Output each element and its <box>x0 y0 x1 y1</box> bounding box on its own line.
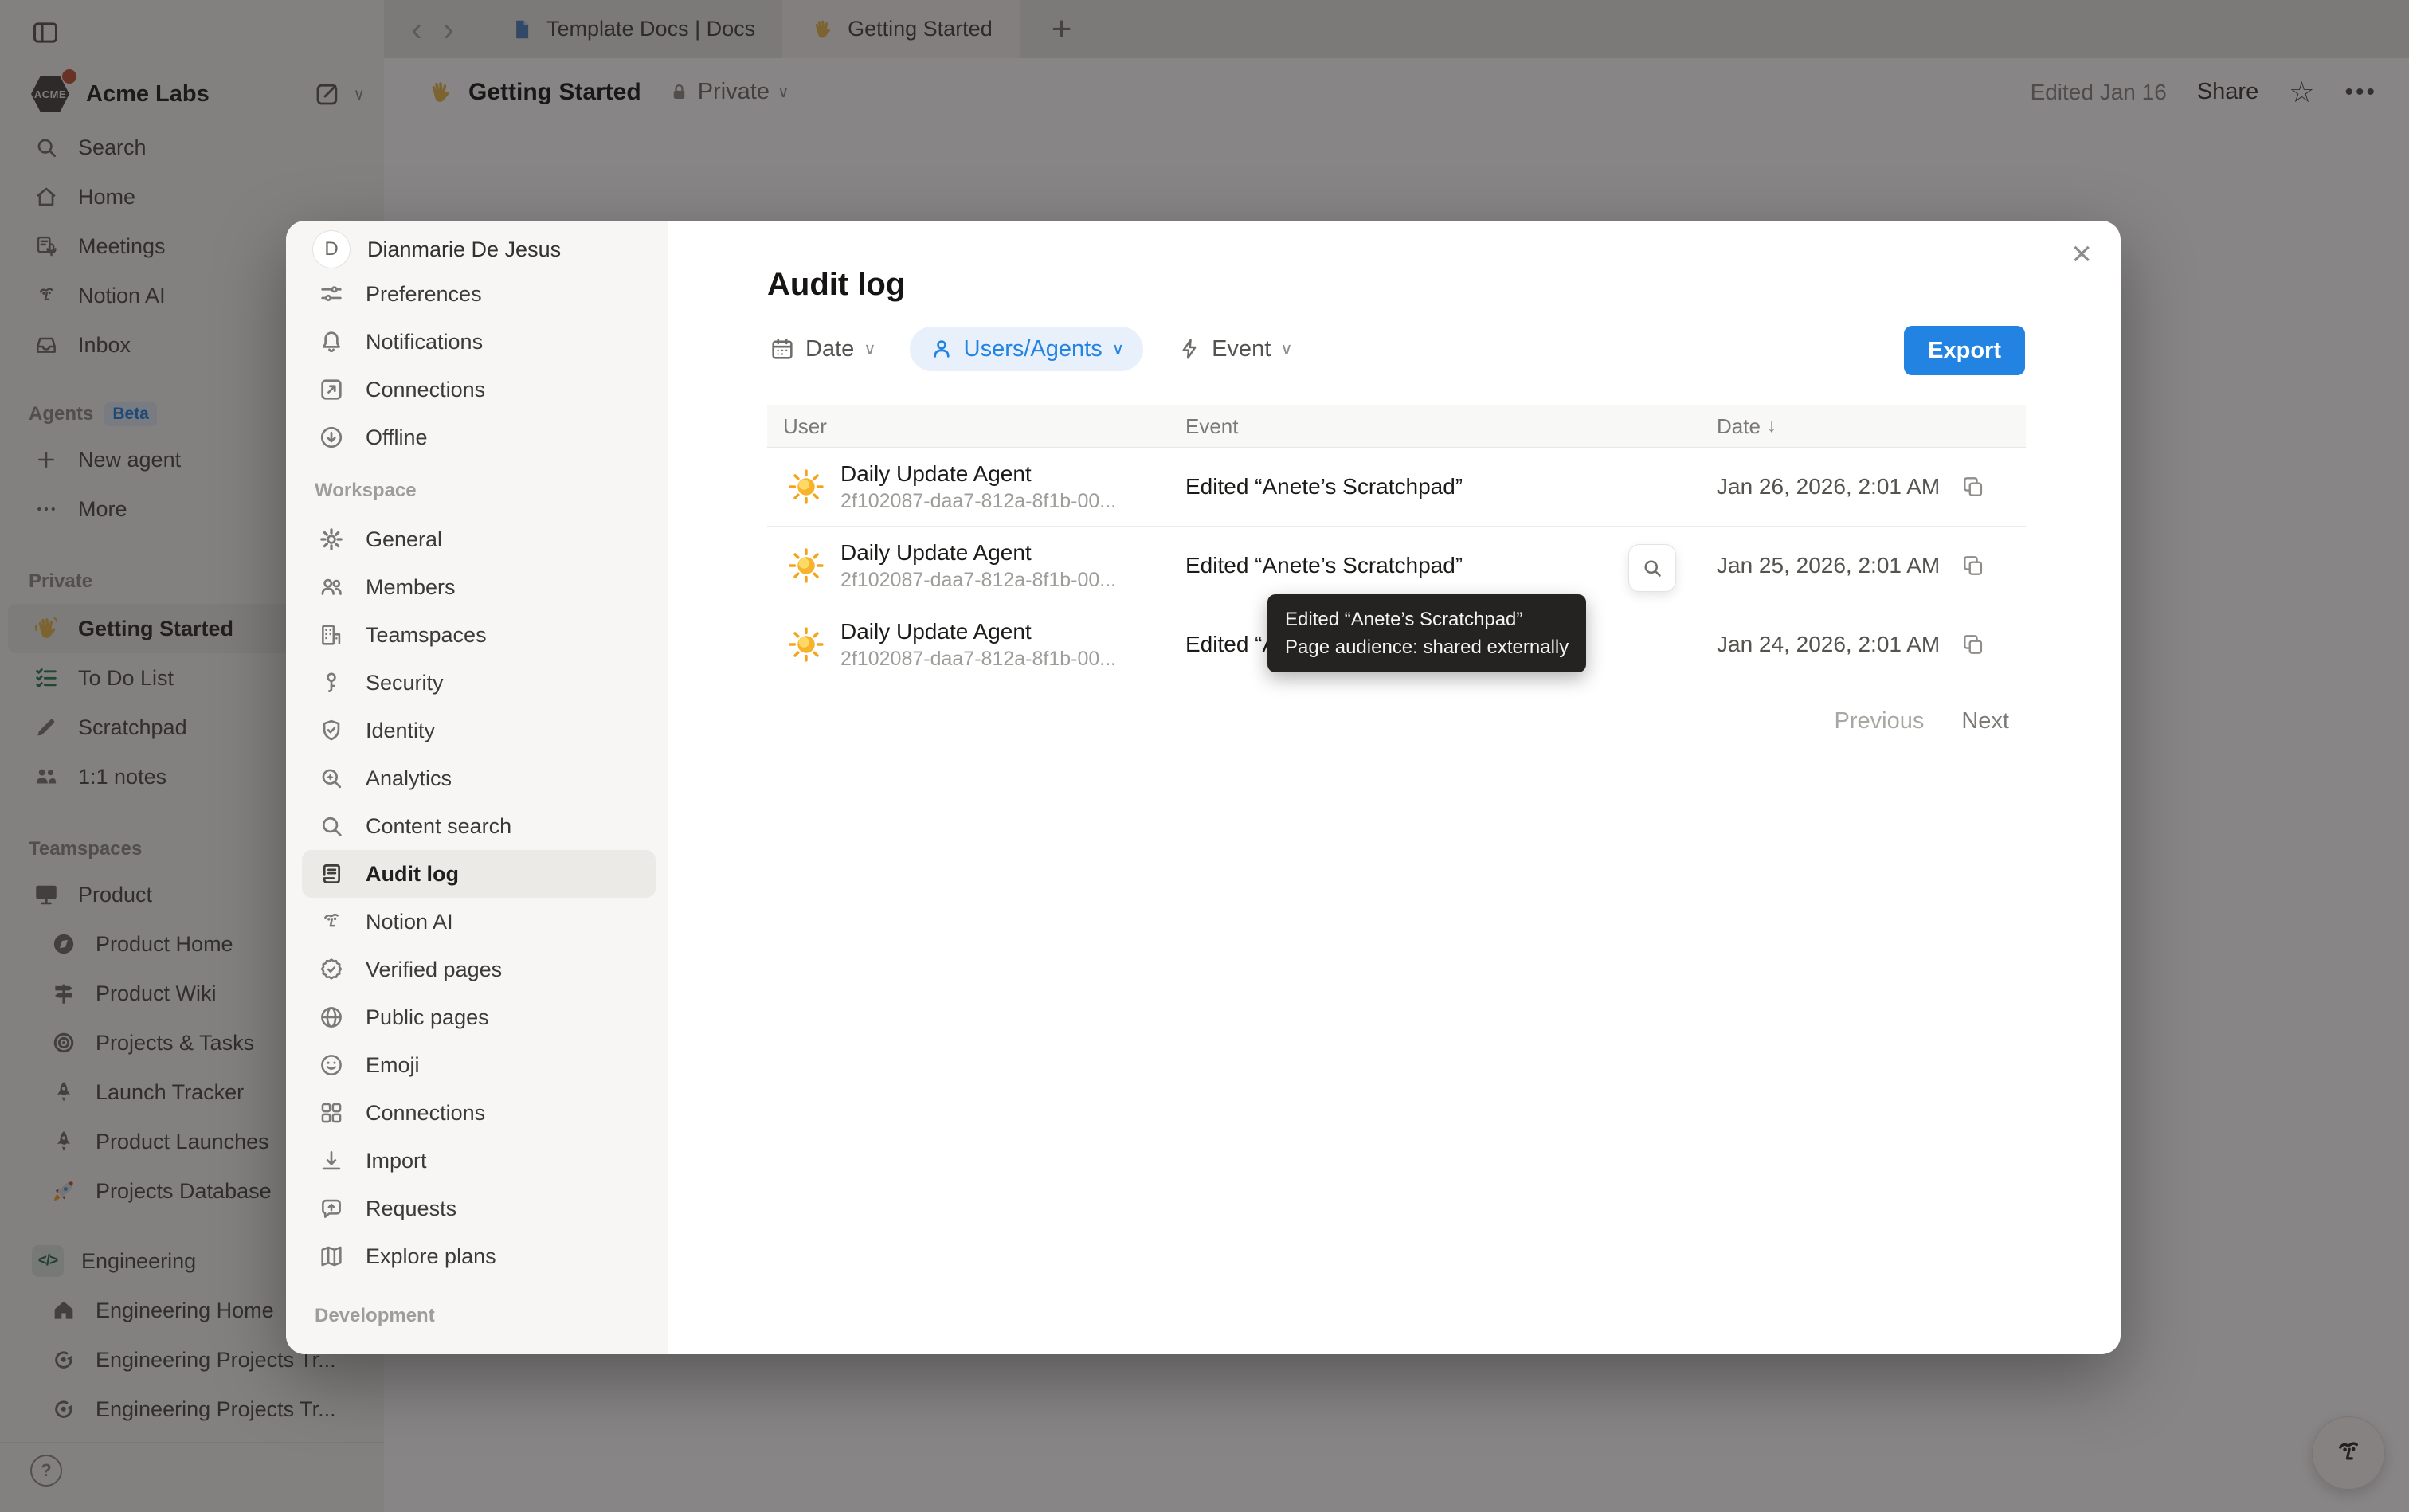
close-icon[interactable]: × <box>2066 232 2097 276</box>
row-zoom-button[interactable] <box>1628 544 1676 592</box>
settings-nav-security[interactable]: Security <box>286 659 668 707</box>
development-section-label: Development <box>315 1305 435 1326</box>
users-agents-filter[interactable]: Users/Agents ∨ <box>909 327 1144 371</box>
event-date: Jan 26, 2026, 2:01 AM <box>1717 474 1941 499</box>
agent-name: Daily Update Agent <box>840 460 1032 486</box>
next-button[interactable]: Next <box>1961 708 2009 734</box>
settings-nav: D Dianmarie De Jesus Preferences Notific… <box>286 221 668 1354</box>
agent-id: 2f102087-daa7-812a-8f1b-00... <box>840 647 1117 670</box>
calendar-icon <box>769 335 796 362</box>
settings-nav-content-search[interactable]: Content search <box>286 802 668 850</box>
settings-dialog: D Dianmarie De Jesus Preferences Notific… <box>286 221 2121 1354</box>
column-header-date[interactable]: Date ↓ <box>1701 414 2026 439</box>
import-icon <box>318 1147 345 1174</box>
settings-nav-explore-plans[interactable]: Explore plans <box>286 1232 668 1280</box>
sun-emoji <box>788 468 825 505</box>
account-name: Dianmarie De Jesus <box>367 237 562 261</box>
smiley-icon <box>318 1052 345 1079</box>
agent-id: 2f102087-daa7-812a-8f1b-00... <box>840 489 1117 512</box>
settings-nav-members[interactable]: Members <box>286 563 668 611</box>
settings-nav-teamspaces[interactable]: Teamspaces <box>286 611 668 659</box>
event-date: Jan 24, 2026, 2:01 AM <box>1717 632 1941 656</box>
grid-icon <box>318 1099 345 1126</box>
avatar: D <box>313 231 350 268</box>
settings-account-row[interactable]: D Dianmarie De Jesus <box>286 229 668 270</box>
audit-log-title: Audit log <box>767 267 906 302</box>
date-filter[interactable]: Date ∨ <box>762 335 883 362</box>
event-description: Edited “Anete’s Scratchpad” <box>1185 553 1463 578</box>
settings-content: Audit log Date ∨ Users/Agents ∨ Event ∨ <box>668 221 2121 1354</box>
settings-nav-notifications[interactable]: Notifications <box>286 318 668 366</box>
globe-icon <box>318 1004 345 1031</box>
key-icon <box>318 669 345 696</box>
tooltip-line-2: Page audience: shared externally <box>1285 637 1569 658</box>
agent-name: Daily Update Agent <box>840 618 1032 644</box>
settings-nav-public-pages[interactable]: Public pages <box>286 993 668 1041</box>
copy-icon[interactable] <box>1960 632 1986 657</box>
sun-emoji <box>788 626 825 663</box>
settings-nav-connections[interactable]: Connections <box>286 366 668 413</box>
settings-nav-offline[interactable]: Offline <box>286 413 668 461</box>
sun-emoji <box>788 547 825 584</box>
table-row[interactable]: Daily Update Agent 2f102087-daa7-812a-8f1… <box>767 448 2026 527</box>
gear-icon <box>318 526 345 553</box>
search-icon <box>318 813 345 840</box>
settings-nav-requests[interactable]: Requests <box>286 1185 668 1232</box>
sliders-icon <box>318 280 345 307</box>
event-tooltip: Edited “Anete’s Scratchpad” Page audienc… <box>1267 594 1587 672</box>
person-icon <box>929 336 954 362</box>
chevron-down-icon: ∨ <box>1280 339 1293 358</box>
workspace-section-label: Workspace <box>315 480 417 501</box>
settings-nav-verified-pages[interactable]: Verified pages <box>286 946 668 993</box>
shield-check-icon <box>318 717 345 744</box>
members-icon <box>318 574 345 601</box>
export-button[interactable]: Export <box>1904 326 2025 375</box>
chevron-down-icon: ∨ <box>864 339 876 358</box>
event-date: Jan 25, 2026, 2:01 AM <box>1717 553 1941 578</box>
event-description: Edited “Anete’s Scratchpad” <box>1185 474 1463 499</box>
settings-nav-audit-log[interactable]: Audit log <box>302 850 656 898</box>
external-link-icon <box>318 376 345 403</box>
settings-nav-general[interactable]: General <box>286 515 668 563</box>
settings-nav-analytics[interactable]: Analytics <box>286 754 668 802</box>
map-icon <box>318 1243 345 1270</box>
column-header-user[interactable]: User <box>767 414 1169 439</box>
chevron-down-icon: ∨ <box>1111 339 1125 358</box>
settings-nav-identity[interactable]: Identity <box>286 707 668 754</box>
pagination: Previous Next <box>1835 708 2009 734</box>
agent-id: 2f102087-daa7-812a-8f1b-00... <box>840 568 1117 591</box>
sort-descending-icon: ↓ <box>1766 415 1776 437</box>
copy-icon[interactable] <box>1960 553 1986 578</box>
settings-nav-emoji[interactable]: Emoji <box>286 1041 668 1089</box>
settings-nav-notion-ai[interactable]: Notion AI <box>286 898 668 946</box>
scroll-icon <box>318 860 345 887</box>
bell-icon <box>318 328 345 355</box>
column-header-event[interactable]: Event <box>1169 414 1701 439</box>
tooltip-line-1: Edited “Anete’s Scratchpad” <box>1285 609 1523 630</box>
event-filter[interactable]: Event ∨ <box>1170 336 1299 362</box>
notion-ai-face-icon <box>318 908 345 935</box>
table-header: User Event Date ↓ <box>767 405 2026 448</box>
request-bubble-icon <box>318 1195 345 1222</box>
settings-nav-import[interactable]: Import <box>286 1137 668 1185</box>
verified-badge-icon <box>318 956 345 983</box>
copy-icon[interactable] <box>1960 474 1986 499</box>
settings-nav-preferences[interactable]: Preferences <box>286 270 668 318</box>
previous-button[interactable]: Previous <box>1835 708 1925 734</box>
filter-bar: Date ∨ Users/Agents ∨ Event ∨ <box>762 326 1299 372</box>
magnifier-sparkle-icon <box>318 765 345 792</box>
screen: ACME Acme Labs ∨ Search Home Meetings No… <box>0 0 2409 1512</box>
download-circle-icon <box>318 424 345 451</box>
building-icon <box>318 621 345 648</box>
agent-name: Daily Update Agent <box>840 539 1032 565</box>
bolt-icon <box>1177 336 1202 362</box>
settings-nav-connections-ws[interactable]: Connections <box>286 1089 668 1137</box>
